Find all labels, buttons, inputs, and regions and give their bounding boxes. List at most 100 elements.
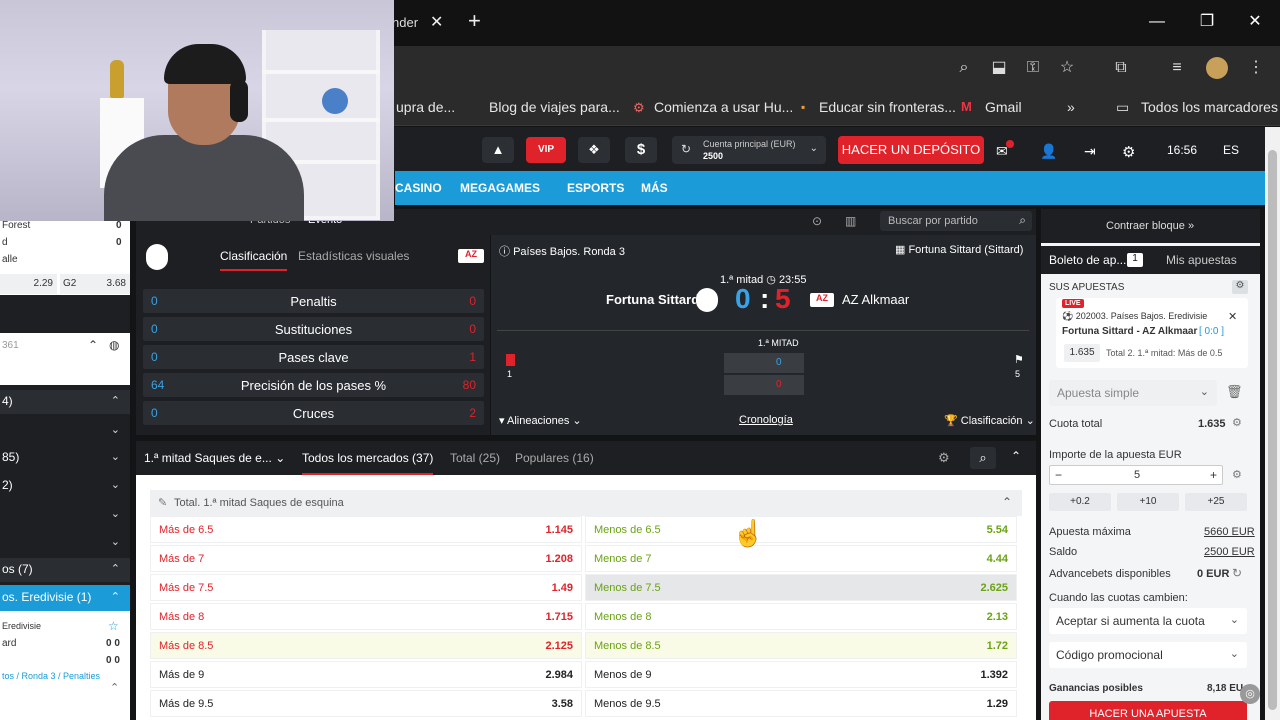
star-icon[interactable]: ☆ xyxy=(1055,56,1079,80)
tab-my-bets[interactable]: Mis apuestas xyxy=(1166,253,1237,267)
dollar-icon[interactable]: $ xyxy=(625,137,657,163)
menu-icon[interactable]: ⋮ xyxy=(1244,56,1268,80)
venue[interactable]: ▦ Fortuna Sittard (Sittard) xyxy=(895,243,1023,256)
odds-change-select[interactable]: Aceptar si aumenta la cuota ⌄ xyxy=(1049,608,1247,634)
promo-code-select[interactable]: Código promocional ⌄ xyxy=(1049,642,1247,668)
media-icon[interactable]: ≡ xyxy=(1165,56,1189,80)
collapse-all-icon[interactable]: ⌃ xyxy=(1011,449,1021,463)
settings-icon[interactable]: ⚙ xyxy=(1232,280,1248,294)
quick-stake-1[interactable]: +0.2 xyxy=(1049,493,1111,511)
vip-button[interactable]: VIP xyxy=(526,137,566,163)
profile-avatar[interactable] xyxy=(1206,57,1228,79)
odd-under-cell[interactable]: Menos de 9.5 1.29 xyxy=(585,690,1017,717)
settings-icon[interactable]: ⚙ xyxy=(938,450,950,466)
breadcrumb[interactable]: tos / Ronda 3 / Penalties xyxy=(2,671,100,681)
odd-over-cell[interactable]: Más de 9.5 3.58 xyxy=(150,690,582,717)
clock-time[interactable]: 16:56 xyxy=(1167,143,1197,157)
bookmark-3[interactable]: Comienza a usar Hu... xyxy=(654,98,793,116)
sidebar-league-active[interactable]: os. Eredivisie (1) ⌃ xyxy=(0,585,130,611)
bookmark-2[interactable]: Blog de viajes para... xyxy=(489,98,620,116)
nav-megagames[interactable]: MEGAGAMES xyxy=(460,181,540,195)
location-icon[interactable]: ⊙ xyxy=(812,214,822,228)
extensions-icon[interactable]: ⧉ xyxy=(1109,56,1133,80)
tab-popular[interactable]: Populares (16) xyxy=(515,451,594,465)
lineups-toggle[interactable]: ▾ Alineaciones ⌄ xyxy=(499,414,582,427)
browser-tab[interactable]: nder xyxy=(392,10,464,36)
odd-under-cell[interactable]: Menos de 7.5 2.625 xyxy=(585,574,1017,601)
odd-over-cell[interactable]: Más de 6.5 1.145 xyxy=(150,516,582,543)
quick-stake-2[interactable]: +10 xyxy=(1117,493,1179,511)
remove-bet-icon[interactable]: ✕ xyxy=(1228,310,1237,323)
restore-icon[interactable]: ❐ xyxy=(1192,10,1222,34)
favorite-star-icon[interactable]: ☆ xyxy=(108,619,119,633)
deposit-button[interactable]: HACER UN DEPÓSITO xyxy=(838,136,984,164)
tab-estadisticas[interactable]: Estadísticas visuales xyxy=(298,249,409,263)
sidebar-row[interactable]: ⌄ xyxy=(0,502,130,526)
refresh-icon[interactable]: ↻ xyxy=(1232,566,1242,580)
market-filter-select[interactable]: 1.ª mitad Saques de e... ⌄ xyxy=(144,451,285,465)
settings-icon[interactable]: ⚙ xyxy=(1232,416,1242,429)
nav-esports[interactable]: ESPORTS xyxy=(567,181,624,195)
max-bet-value[interactable]: 5660 EUR xyxy=(1204,526,1255,538)
logout-icon[interactable]: ⇥ xyxy=(1084,143,1096,160)
odd-under-cell[interactable]: Menos de 7 4.44 xyxy=(585,545,1017,572)
install-icon[interactable]: ⬓ xyxy=(987,56,1011,80)
standings-toggle[interactable]: 🏆 Clasificación ⌄ xyxy=(944,414,1035,427)
quick-stake-3[interactable]: +25 xyxy=(1185,493,1247,511)
search-icon[interactable]: ⌕ xyxy=(1019,213,1026,228)
odd-over-cell[interactable]: Más de 7 1.208 xyxy=(150,545,582,572)
user-icon[interactable]: 👤 xyxy=(1040,143,1057,160)
settings-icon[interactable]: ⚙ xyxy=(1232,468,1242,481)
sidebar-row[interactable]: ⌄ xyxy=(0,530,130,554)
odd-over-cell[interactable]: Más de 8 1.715 xyxy=(150,603,582,630)
pin-icon[interactable]: ✎ xyxy=(158,496,167,509)
minimize-icon[interactable]: — xyxy=(1142,10,1172,34)
all-bookmarks[interactable]: Todos los marcadores xyxy=(1141,98,1278,116)
sidebar-row[interactable]: 2) ⌄ xyxy=(0,474,130,498)
chevron-up-icon[interactable]: ⌃ xyxy=(1002,495,1012,509)
settings-icon[interactable]: ⚙ xyxy=(1122,143,1135,161)
nav-casino[interactable]: CASINO xyxy=(395,181,442,195)
globe-icon[interactable]: ◍ xyxy=(109,338,119,352)
stats-chart-icon[interactable]: ▥ xyxy=(845,214,856,228)
sidebar-row[interactable]: 4) ⌃ xyxy=(0,390,130,414)
sidebar-row[interactable]: ⌄ xyxy=(0,418,130,442)
stake-plus-button[interactable]: + xyxy=(1210,468,1217,482)
odd-cell[interactable]: 2.29 xyxy=(0,274,57,294)
bookmark-4[interactable]: Educar sin fronteras... xyxy=(819,98,956,116)
new-tab-button[interactable]: + xyxy=(468,8,481,34)
tab-all-markets[interactable]: Todos los mercados (37) xyxy=(302,451,434,475)
tab-clasificacion[interactable]: Clasificación xyxy=(220,249,288,271)
search-icon[interactable]: ⌕ xyxy=(970,447,996,469)
rocket-icon[interactable]: ▲ xyxy=(482,137,514,163)
window-close-icon[interactable]: ✕ xyxy=(1240,10,1270,34)
support-chat-icon[interactable]: ◎ xyxy=(1240,684,1260,704)
market-group-header[interactable]: ✎ Total. 1.ª mitad Saques de esquina ⌃ xyxy=(150,490,1022,516)
odd-over-cell[interactable]: Más de 7.5 1.49 xyxy=(150,574,582,601)
search-match-input[interactable]: Buscar por partido ⌕ xyxy=(880,211,1032,231)
odd-under-cell[interactable]: Menos de 8.5 1.72 xyxy=(585,632,1017,659)
bet-type-select[interactable]: Apuesta simple ⌄ xyxy=(1049,380,1217,406)
odd-under-cell[interactable]: Menos de 6.5 5.54 xyxy=(585,516,1017,543)
bookmark-1[interactable]: upra de... xyxy=(396,98,455,116)
collapse-block[interactable]: Contraer bloque » xyxy=(1106,220,1194,232)
place-bet-button[interactable]: HACER UNA APUESTA xyxy=(1049,701,1247,720)
gift-icon[interactable]: ❖ xyxy=(578,137,610,163)
collapse-icon[interactable]: ⌃ xyxy=(110,681,119,694)
language-selector[interactable]: ES xyxy=(1223,143,1239,157)
tab-total[interactable]: Total (25) xyxy=(450,451,500,465)
more-bookmarks-icon[interactable]: » xyxy=(1067,98,1075,116)
tab-bet-slip[interactable]: Boleto de ap... 1 xyxy=(1041,246,1147,274)
odd-over-cell[interactable]: Más de 9 2.984 xyxy=(150,661,582,688)
stake-input[interactable]: − 5 + xyxy=(1049,465,1223,485)
sidebar-row[interactable]: 85) ⌄ xyxy=(0,446,130,470)
odd-under-cell[interactable]: Menos de 8 2.13 xyxy=(585,603,1017,630)
collapse-icon[interactable]: ⌃ xyxy=(88,338,98,352)
odd-cell[interactable]: G2 3.68 xyxy=(60,274,130,294)
account-selector[interactable]: ↻ Cuenta principal (EUR) 2500 ⌄ xyxy=(672,136,826,164)
bookmark-gmail[interactable]: Gmail xyxy=(985,98,1022,116)
close-tab-icon[interactable]: ✕ xyxy=(430,10,443,36)
trash-icon[interactable]: 🗑 xyxy=(1226,384,1243,400)
match-more[interactable]: alle xyxy=(2,254,18,265)
timeline-link[interactable]: Cronología xyxy=(739,414,793,426)
